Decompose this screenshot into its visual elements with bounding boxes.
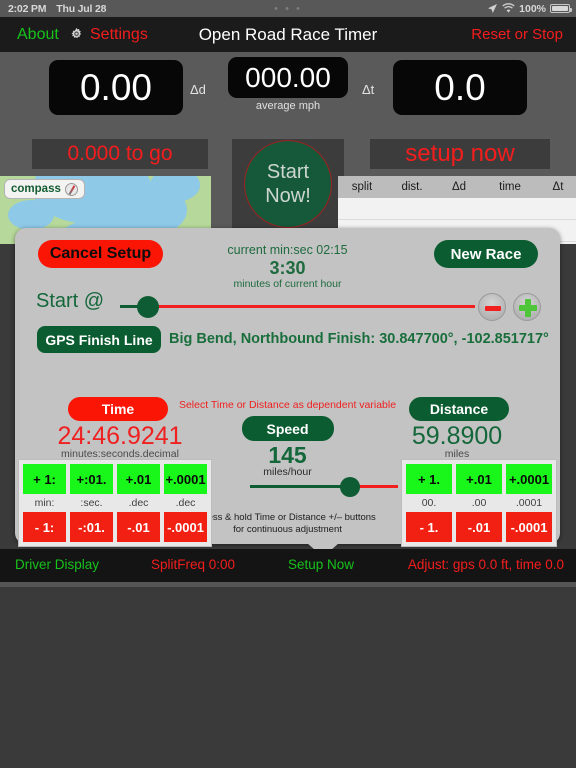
distance-label-hundredths: .00 [471, 497, 487, 509]
time-stepper-plus-row: + 1: +:01. +.01 +.0001 [23, 464, 207, 494]
start-now-button[interactable]: Start Now! [244, 140, 332, 228]
split-table-header: split dist. Δd time Δt [338, 176, 576, 198]
time-plus-sec-button[interactable]: +:01. [70, 464, 113, 494]
start-at-label: Start @ [36, 290, 105, 312]
distance-minus-hundredth-button[interactable]: -.01 [456, 512, 502, 542]
compass-icon [64, 182, 78, 196]
status-date: Thu Jul 28 [56, 2, 107, 15]
time-minus-min-button[interactable]: - 1: [23, 512, 66, 542]
status-bar: 2:02 PM Thu Jul 28 • • • 100% [0, 0, 576, 17]
distance-stepper-labels: 00. .00 .0001 [406, 494, 552, 512]
time-label-dec: .dec [128, 497, 149, 509]
delta-d-readout: 0.00 [49, 60, 183, 115]
time-plus-dec4-button[interactable]: +.0001 [164, 464, 207, 494]
time-plus-dec-button[interactable]: +.01 [117, 464, 160, 494]
distance-stepper-plus-row: + 1. +.01 +.0001 [406, 464, 552, 494]
time-minus-dec-button[interactable]: -.01 [117, 512, 160, 542]
readouts-panel: 0.00 Δd 000.00 average mph Δt 0.0 [0, 52, 576, 128]
time-stepper-labels: min: :sec. .dec .dec [23, 494, 207, 512]
table-row [338, 198, 576, 220]
current-minsec-label: current min:sec 02:15 [227, 243, 348, 257]
status-dots: • • • [274, 2, 302, 15]
split-col-time: time [499, 181, 521, 193]
average-mph-readout: 000.00 [228, 57, 348, 98]
status-time: 2:02 PM [8, 2, 47, 15]
distance-mode-button[interactable]: Distance [409, 397, 509, 421]
start-now-line1: Start [266, 161, 310, 183]
time-minus-sec-button[interactable]: -:01. [70, 512, 113, 542]
average-mph-label: average mph [255, 100, 321, 112]
split-col-dist: dist. [401, 181, 423, 193]
distance-value: 59.8900 [411, 422, 503, 450]
start-at-slider-track[interactable] [120, 305, 475, 308]
adjust-button[interactable]: Adjust: gps 0.0 ft, time 0.0 [408, 557, 564, 572]
distance-stepper: + 1. +.01 +.0001 00. .00 .0001 - 1. -.01… [401, 459, 557, 547]
app-root: 2:02 PM Thu Jul 28 • • • 100% About Sett… [0, 0, 576, 768]
nav-bar: About Settings Open Road Race Timer Rese… [0, 17, 576, 52]
battery-percent: 100% [519, 2, 546, 15]
speed-mode-button[interactable]: Speed [241, 416, 334, 441]
battery-full-icon [550, 4, 572, 13]
time-stepper: + 1: +:01. +.01 +.0001 min: :sec. .dec .… [18, 459, 212, 547]
distance-minus-tenthousandth-button[interactable]: -.0001 [506, 512, 552, 542]
delta-d-label: Δd [190, 82, 206, 97]
setup-now-banner: setup now [370, 139, 550, 169]
time-stepper-minus-row: - 1: -:01. -.01 -.0001 [23, 512, 207, 542]
distance-stepper-minus-row: - 1. -.01 -.0001 [406, 512, 552, 542]
compass-label: compass [11, 183, 61, 195]
driver-display-button[interactable]: Driver Display [15, 557, 99, 572]
bottom-toolbar: Driver Display SplitFreq 0:00 Setup Now … [0, 549, 576, 582]
plus-circle-icon[interactable] [513, 293, 541, 321]
press-hold-line2: for continuous adjustment [233, 524, 342, 535]
start-now-line2: Now! [265, 185, 311, 207]
time-label-min: min: [34, 497, 55, 509]
distance-label-tenthousandths: .0001 [515, 497, 543, 509]
time-label-sec: :sec. [80, 497, 103, 509]
distance-minus-one-button[interactable]: - 1. [406, 512, 452, 542]
delta-t-label: Δt [362, 82, 375, 97]
gear-icon [71, 27, 82, 39]
split-col-delta-t: Δt [552, 181, 564, 193]
time-label-dec4: .dec [175, 497, 196, 509]
settings-label: Settings [90, 25, 148, 43]
split-freq-button[interactable]: SplitFreq 0:00 [151, 557, 235, 572]
about-button[interactable]: About [17, 26, 59, 44]
speed-slider-knob[interactable] [340, 477, 360, 497]
location-arrow-icon [488, 4, 498, 13]
status-right-group: 100% [487, 2, 572, 15]
time-plus-min-button[interactable]: + 1: [23, 464, 66, 494]
minus-circle-icon[interactable] [478, 293, 506, 321]
below-toolbar-area [0, 587, 576, 768]
distance-plus-hundredth-button[interactable]: +.01 [456, 464, 502, 494]
distance-plus-one-button[interactable]: + 1. [406, 464, 452, 494]
speed-slider-fill [250, 485, 350, 488]
time-minus-dec4-button[interactable]: -.0001 [164, 512, 207, 542]
distance-to-go-display: 0.000 to go [32, 139, 208, 169]
press-hold-line1: press & hold Time or Distance +/– button… [199, 512, 376, 523]
setup-popover: Cancel Setup New Race current min:sec 02… [15, 228, 560, 547]
settings-button[interactable]: Settings [68, 26, 148, 44]
split-col-split: split [351, 181, 373, 193]
distance-label-ones: 00. [421, 497, 437, 509]
start-time-sublabel: minutes of current hour [233, 278, 342, 290]
setup-now-button[interactable]: Setup Now [288, 557, 354, 572]
gps-finish-line-text: Big Bend, Northbound Finish: 30.847700°,… [169, 331, 549, 347]
start-at-slider-knob[interactable] [137, 296, 159, 318]
delta-t-readout: 0.0 [393, 60, 527, 115]
page-title: Open Road Race Timer [198, 24, 378, 44]
time-mode-button[interactable]: Time [68, 397, 168, 421]
distance-plus-tenthousandth-button[interactable]: +.0001 [506, 464, 552, 494]
start-time-value: 3:30 [269, 258, 306, 278]
split-col-delta-d: Δd [451, 181, 467, 193]
gps-finish-line-button[interactable]: GPS Finish Line [37, 326, 161, 353]
compass-button[interactable]: compass [4, 179, 85, 199]
wifi-icon [502, 3, 515, 13]
reset-or-stop-button[interactable]: Reset or Stop [471, 26, 563, 43]
